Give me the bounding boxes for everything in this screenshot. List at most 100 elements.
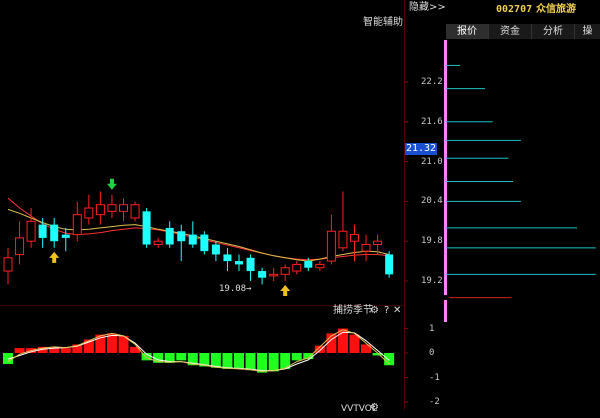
candle (280, 264, 290, 281)
tab-fund[interactable]: 资金 (489, 24, 532, 39)
tab-analysis[interactable]: 分析 (532, 24, 575, 39)
candle (338, 191, 348, 252)
indicator-tick-label: -1 (429, 372, 440, 383)
candle-body (38, 224, 47, 238)
indicator-bar (60, 348, 71, 353)
candle-body (15, 237, 25, 255)
bid-square (444, 295, 449, 300)
indicator-bar (349, 334, 360, 353)
candle-body (200, 234, 209, 252)
trading-window: 智能辅助 22.2 21.6 21.0 20.4 19.8 19.2 21.32 隐藏>>… (0, 0, 600, 414)
candle (119, 198, 128, 222)
price-tick-label: 21.0 (421, 156, 443, 167)
candle-body (223, 254, 232, 262)
candle (107, 194, 117, 218)
gear-icon[interactable]: ⚙ (370, 305, 379, 317)
current-price-badge: 21.32 (405, 143, 437, 155)
candle (326, 214, 336, 265)
help-icon[interactable]: ? (384, 305, 389, 317)
candle-body (142, 211, 151, 245)
candle-body (61, 234, 70, 238)
candle-body (72, 214, 82, 236)
candle (84, 194, 94, 225)
candle-body (304, 261, 313, 268)
candle (177, 224, 186, 262)
candle (188, 221, 197, 248)
candle-body (177, 231, 186, 242)
hide-panel-button[interactable]: 隐藏>> (409, 2, 446, 14)
indicator-tick-label: 0 (429, 348, 435, 358)
low-price-label: 19.08→ (219, 283, 252, 295)
stock-name: 众信旅游 (536, 4, 576, 15)
indicator-tick-label: -2 (429, 397, 440, 407)
indicator-bar (268, 353, 279, 372)
candle-body (165, 227, 174, 245)
indicator-bar (234, 353, 244, 369)
candle-body (315, 263, 325, 269)
candle (142, 208, 151, 248)
candle-body (153, 240, 163, 246)
candle (3, 247, 13, 285)
candle (15, 221, 25, 265)
buy-arrow-icon (49, 251, 60, 263)
indicator-tick-label: 1 (429, 323, 435, 334)
candle-body (26, 220, 36, 242)
candle (153, 237, 163, 248)
candle (223, 247, 232, 272)
candle-body (3, 257, 13, 272)
candle (315, 261, 325, 272)
candle (61, 227, 70, 252)
buy-arrow-icon (280, 285, 291, 296)
candle (50, 217, 59, 248)
candle (130, 201, 140, 222)
close-icon[interactable]: ✕ (393, 305, 401, 317)
tab-quote[interactable]: 报价 (446, 24, 489, 39)
candle-body (95, 204, 105, 216)
candle (165, 221, 174, 248)
candle (246, 254, 255, 281)
indicator-bar (176, 353, 187, 361)
candle-body (326, 230, 336, 262)
next-gear-icon[interactable]: ⚙ (370, 402, 379, 414)
indicator-bar (222, 353, 233, 369)
candle (95, 191, 105, 225)
smart-assist-label[interactable]: 智能辅助 (363, 17, 403, 29)
candle-body (361, 244, 371, 252)
candle (361, 234, 371, 262)
candle (211, 241, 220, 262)
candle (72, 201, 82, 242)
candle-body (211, 244, 220, 255)
candle-body (292, 263, 302, 272)
candlestick-chart[interactable] (0, 0, 404, 305)
price-tick-label: 19.8 (421, 236, 443, 247)
candle-body (385, 254, 394, 275)
candle-body (269, 273, 279, 277)
candle (385, 251, 394, 278)
candle-body (338, 230, 348, 249)
candle (235, 254, 243, 272)
price-tick-label: 21.6 (421, 116, 443, 127)
candle-body (258, 271, 267, 278)
candle-body (107, 204, 117, 212)
indicator-bar (257, 353, 268, 373)
candle (200, 231, 209, 255)
candle-body (84, 207, 94, 219)
low-price-value: 19.08 (219, 284, 247, 294)
stock-code: 002707 (496, 4, 533, 15)
candle-body (246, 257, 255, 272)
candle-body (50, 224, 59, 242)
candle-body (119, 204, 128, 212)
price-tick-label: 22.2 (421, 77, 443, 87)
candle-body (130, 204, 140, 219)
tab-operate[interactable]: 操 (575, 24, 600, 39)
candle (292, 261, 302, 275)
candle-body (280, 267, 290, 275)
candle-body (350, 234, 359, 242)
candle (269, 267, 279, 281)
indicator-title[interactable]: 捕捞季节 (333, 305, 373, 317)
candle-body (188, 234, 197, 245)
sell-arrow-icon (106, 178, 117, 190)
candle-body (373, 240, 383, 246)
indicator-bar (291, 353, 302, 361)
price-tick-label: 19.2 (421, 276, 443, 286)
